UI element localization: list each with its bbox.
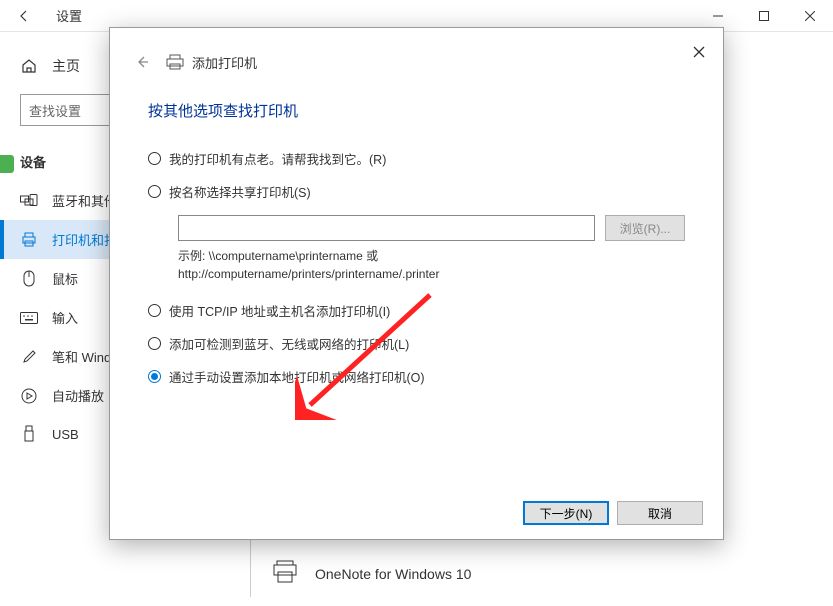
sidebar-item-label: USB [52, 427, 79, 442]
radio-option-old-printer[interactable]: 我的打印机有点老。请帮我找到它。(R) [148, 149, 685, 168]
window-title: 设置 [56, 6, 82, 25]
example-text: 示例: \\computername\printername 或 http://… [178, 247, 685, 283]
radio-label: 按名称选择共享打印机(S) [169, 182, 311, 201]
edge-tab-indicator [0, 155, 14, 173]
autoplay-icon [20, 387, 38, 405]
bluetooth-devices-icon [20, 192, 38, 210]
printer-item-label: OneNote for Windows 10 [315, 566, 471, 582]
radio-icon [148, 185, 161, 198]
home-icon [20, 57, 38, 75]
maximize-icon [759, 11, 769, 21]
radio-label: 添加可检测到蓝牙、无线或网络的打印机(L) [169, 334, 409, 353]
close-button[interactable] [787, 0, 833, 32]
radio-label: 我的打印机有点老。请帮我找到它。(R) [169, 149, 386, 168]
home-label: 主页 [52, 56, 80, 76]
browse-button[interactable]: 浏览(R)... [605, 215, 685, 241]
close-icon [805, 11, 815, 21]
dialog-close-button[interactable] [683, 36, 715, 68]
printer-icon [166, 54, 184, 70]
arrow-left-icon [17, 9, 31, 23]
maximize-button[interactable] [741, 0, 787, 32]
usb-icon [20, 425, 38, 443]
back-button[interactable] [0, 0, 48, 32]
sidebar-item-label: 输入 [52, 308, 78, 327]
sidebar-item-label: 自动播放 [52, 386, 104, 405]
radio-option-wireless[interactable]: 添加可检测到蓝牙、无线或网络的打印机(L) [148, 334, 685, 353]
mouse-icon [20, 270, 38, 288]
printer-list-item[interactable]: OneNote for Windows 10 [271, 550, 833, 597]
minimize-icon [713, 11, 723, 21]
sidebar-item-label: 鼠标 [52, 269, 78, 288]
pen-icon [20, 348, 38, 366]
printer-icon [20, 231, 38, 249]
add-printer-dialog: 添加打印机 按其他选项查找打印机 我的打印机有点老。请帮我找到它。(R) 按名称… [109, 27, 724, 540]
search-placeholder: 查找设置 [29, 101, 81, 120]
radio-option-manual[interactable]: 通过手动设置添加本地打印机或网络打印机(O) [148, 367, 685, 386]
dialog-title: 添加打印机 [192, 53, 257, 72]
radio-label: 通过手动设置添加本地打印机或网络打印机(O) [169, 367, 425, 386]
keyboard-icon [20, 309, 38, 327]
next-button[interactable]: 下一步(N) [523, 501, 609, 525]
dialog-back-button[interactable] [130, 50, 154, 74]
printer-item-icon [271, 558, 299, 589]
arrow-left-icon [134, 54, 150, 70]
dialog-heading: 按其他选项查找打印机 [148, 100, 685, 121]
radio-option-tcpip[interactable]: 使用 TCP/IP 地址或主机名添加打印机(I) [148, 301, 685, 320]
radio-option-shared-name[interactable]: 按名称选择共享打印机(S) [148, 182, 685, 201]
radio-icon [148, 152, 161, 165]
shared-printer-input[interactable] [178, 215, 595, 241]
radio-icon [148, 337, 161, 350]
radio-icon [148, 304, 161, 317]
radio-label: 使用 TCP/IP 地址或主机名添加打印机(I) [169, 301, 390, 320]
cancel-button[interactable]: 取消 [617, 501, 703, 525]
radio-icon [148, 370, 161, 383]
close-icon [693, 46, 705, 58]
